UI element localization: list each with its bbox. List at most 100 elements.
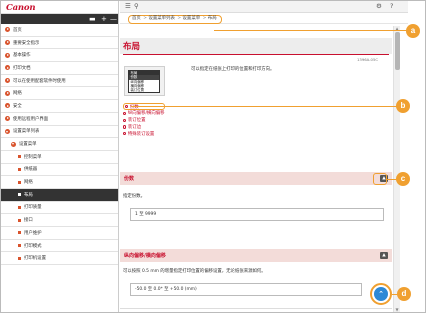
- sidebar-item[interactable]: 可以在使用配套软件时使用: [1, 75, 118, 88]
- sidebar-item[interactable]: 网络: [1, 87, 118, 101]
- sidebar-item[interactable]: 使用远程用户界面: [1, 113, 118, 126]
- minimize-icon[interactable]: —: [110, 15, 117, 23]
- breadcrumb-separator: >: [143, 15, 147, 21]
- page-title: 布局: [123, 42, 141, 52]
- sidebar-item[interactable]: 首页: [1, 24, 118, 37]
- canon-logo: Canon: [6, 3, 36, 13]
- bullet-icon: [125, 104, 129, 109]
- sidebar-item[interactable]: 设置菜单列表: [1, 126, 118, 139]
- page-description: 可以指定在纸张上打印的位置和打印方向。: [191, 67, 275, 72]
- sidebar-item-label: 供纸器: [24, 167, 38, 173]
- sidebar-item-label: 打印模式: [24, 243, 42, 249]
- value-range-box: -50.0 至 0.0* 至 +50.0 (mm): [130, 283, 362, 296]
- breadcrumb-settings-list[interactable]: 设置菜单列表: [148, 16, 174, 23]
- sidebar-item[interactable]: 设置菜单: [1, 138, 118, 151]
- sidebar-item[interactable]: 网络: [1, 176, 118, 189]
- value-range-box: 1 至 9999: [130, 208, 384, 221]
- breadcrumb-current: 布局: [207, 15, 217, 21]
- sidebar-item[interactable]: 接口: [1, 214, 118, 227]
- sidebar-item-label: 用户维护: [24, 230, 42, 236]
- toc-link[interactable]: 装订位置: [123, 117, 165, 124]
- callout-b: b: [396, 99, 410, 113]
- section-header-copies[interactable]: 份数 ▲: [120, 172, 392, 185]
- scrollbar-thumb[interactable]: [395, 32, 400, 70]
- collapsed-arrow-icon: [5, 65, 10, 71]
- settings-icon[interactable]: ⚙: [376, 2, 382, 11]
- sidebar-nav: 首页 重要安全指示 基本操作 打印文档 可以在使用配套软件时使用 网络 安全 使用远程用户界面…: [1, 24, 118, 266]
- document-id: 1396A-05C: [357, 57, 379, 62]
- sidebar-item-label: 布局: [24, 192, 33, 198]
- square-bullet-icon: [18, 205, 21, 209]
- sidebar-item[interactable]: 用户维护: [1, 227, 118, 240]
- sidebar-item[interactable]: 布局: [1, 188, 118, 202]
- breadcrumb: 首页 > 设置菜单列表 > 设置菜单 > 布局: [128, 14, 222, 24]
- title-divider: [123, 54, 389, 56]
- sidebar-item[interactable]: 打印文档: [1, 62, 118, 75]
- menu-icon[interactable]: ☰: [125, 2, 131, 11]
- sidebar-item-label: 首页: [13, 27, 22, 33]
- breadcrumb-home[interactable]: 首页: [132, 16, 141, 23]
- sidebar-item[interactable]: 打印质量: [1, 202, 118, 215]
- scroll-down-icon[interactable]: ▼: [396, 307, 399, 312]
- sidebar-item[interactable]: 供纸器: [1, 164, 118, 177]
- section-title: 份数: [124, 176, 135, 182]
- back-to-top-button[interactable]: ⌃: [370, 283, 392, 305]
- expand-all-icon[interactable]: +: [101, 15, 107, 23]
- breadcrumb-separator: >: [177, 15, 182, 21]
- sidebar-item[interactable]: 控制菜单: [1, 151, 118, 164]
- callout-leader: [214, 30, 408, 32]
- divider: [120, 308, 392, 309]
- sidebar-item-label: 接口: [24, 218, 33, 224]
- collapse-icon[interactable]: ▲: [380, 252, 388, 259]
- section-text: 可以按照 0.5 mm 的增量指定打印位置的偏移设置，无论纸张来源如何。: [123, 269, 266, 274]
- breadcrumb-separator: >: [202, 15, 207, 21]
- bullet-icon: [123, 118, 127, 122]
- sidebar-item[interactable]: 安全: [1, 100, 118, 113]
- sidebar-item[interactable]: 打印模式: [1, 240, 118, 253]
- collapsed-arrow-icon: [5, 90, 10, 96]
- square-bullet-icon: [18, 231, 21, 235]
- sidebar: Canon ▬ + — 首页重要安全指示基本操作打印文档可以在使用配套软件时使用…: [1, 1, 119, 312]
- toc-link[interactable]: 纵向偏移/横向偏移: [123, 110, 165, 117]
- sidebar-item-label: 网络: [13, 91, 22, 97]
- vertical-scrollbar[interactable]: ▲ ▼: [393, 26, 400, 312]
- square-bullet-icon: [18, 256, 21, 260]
- search-icon[interactable]: ⚲: [134, 2, 139, 11]
- sidebar-toolbar: ▬ + —: [1, 14, 118, 24]
- square-bullet-icon: [18, 155, 21, 159]
- square-bullet-icon: [18, 180, 21, 184]
- sidebar-item[interactable]: 打印机设置: [1, 252, 118, 266]
- sidebar-item-label: 打印机设置: [24, 256, 46, 262]
- square-bullet-icon: [18, 218, 21, 222]
- expanded-arrow-icon: [11, 141, 16, 147]
- collapsed-arrow-icon: [5, 78, 10, 84]
- sidebar-item-label: 控制菜单: [24, 154, 42, 160]
- callout-c: c: [396, 172, 410, 186]
- collapsed-arrow-icon: [5, 103, 10, 109]
- sidebar-item[interactable]: 基本操作: [1, 49, 118, 63]
- lcd-menu-item: 装订位置: [130, 88, 145, 93]
- collapsed-arrow-icon: [5, 52, 10, 58]
- sidebar-item-label: 基本操作: [13, 53, 31, 59]
- help-icon[interactable]: ?: [390, 2, 393, 11]
- sidebar-item-label: 设置菜单: [19, 142, 37, 148]
- breadcrumb-settings-menu[interactable]: 设置菜单: [183, 16, 201, 23]
- page-title-band: 布局: [120, 38, 392, 54]
- callout-leader: [131, 106, 398, 108]
- sidebar-item[interactable]: 重要安全指示: [1, 37, 118, 50]
- sidebar-item-label: 打印文档: [13, 65, 31, 71]
- section-header-offset[interactable]: 纵向偏移/横向偏移 ▲: [120, 249, 392, 262]
- breadcrumb-bar: 首页 > 设置菜单列表 > 设置菜单 > 布局: [120, 14, 408, 24]
- callout-leader: [387, 179, 396, 181]
- sidebar-item-label: 可以在使用配套软件时使用: [13, 78, 66, 84]
- collapse-all-icon[interactable]: ▬: [89, 15, 96, 23]
- toc-link[interactable]: 装订边: [123, 124, 165, 131]
- sidebar-item-label: 使用远程用户界面: [13, 116, 49, 122]
- toc-link[interactable]: 特殊装订设置: [123, 130, 165, 137]
- square-bullet-icon: [18, 244, 21, 248]
- lcd-display: 布局 份数 纵向偏移 横向偏移 装订位置: [128, 70, 160, 93]
- bullet-icon: [123, 132, 127, 136]
- callout-a: a: [406, 24, 420, 38]
- section-text: 指定份数。: [123, 194, 145, 199]
- content-toolbar: ☰ ⚲ ⚙ ?: [120, 1, 408, 13]
